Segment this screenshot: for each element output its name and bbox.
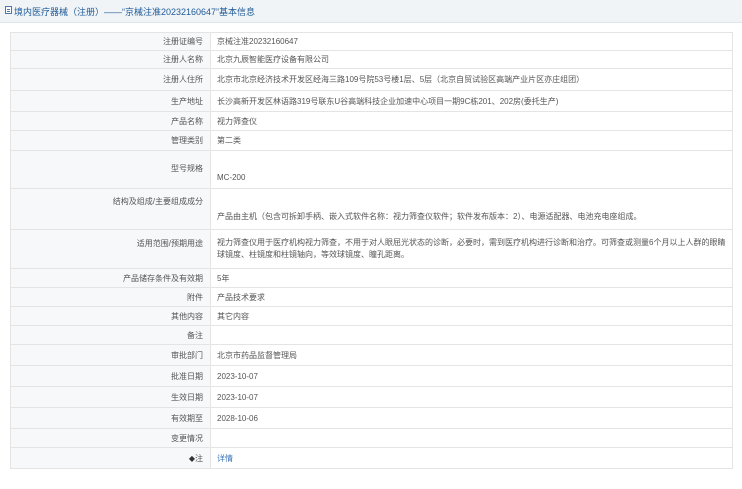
row-value: 2028-10-06 — [210, 407, 733, 429]
details-link[interactable]: 详情 — [217, 452, 233, 465]
table-row: 产品储存条件及有效期 5年 — [10, 268, 733, 288]
row-value: 长沙高新开发区林语路319号联东U谷高端科技企业加速中心项目一期9C栋201、2… — [210, 90, 733, 112]
row-label: 注册人住所 — [10, 68, 211, 91]
table-row: 生产地址 长沙高新开发区林语路319号联东U谷高端科技企业加速中心项目一期9C栋… — [10, 90, 733, 112]
table-row: 结构及组成/主要组成成分 产品由主机（包含可拆卸手柄、嵌入式软件名称：视力筛查仪… — [10, 188, 733, 230]
table-row: 注册人名称 北京九辰智能医疗设备有限公司 — [10, 50, 733, 69]
row-value: 北京市药品监督管理局 — [210, 344, 733, 366]
page-title: 境内医疗器械（注册）——“京械注准20232160647”基本信息 — [14, 7, 256, 17]
table-row: 有效期至 2028-10-06 — [10, 407, 733, 429]
row-label: 生产地址 — [10, 90, 211, 112]
row-value: 产品由主机（包含可拆卸手柄、嵌入式软件名称：视力筛查仪软件；软件发布版本：2）、… — [210, 188, 733, 230]
table-row: 附件 产品技术要求 — [10, 287, 733, 307]
table-row: 生效日期 2023-10-07 — [10, 386, 733, 408]
table-row: 适用范围/预期用途 视力筛查仪用于医疗机构视力筛查，不用于对人眼屈光状态的诊断，… — [10, 229, 733, 269]
row-value: 京械注准20232160647 — [210, 32, 733, 51]
row-label: 其他内容 — [10, 306, 211, 326]
row-label: 管理类别 — [10, 130, 211, 151]
row-label: 审批部门 — [10, 344, 211, 366]
row-value: 5年 — [210, 268, 733, 288]
row-value: 视力筛查仪 — [210, 111, 733, 131]
row-value: 第二类 — [210, 130, 733, 151]
table-row: 审批部门 北京市药品监督管理局 — [10, 344, 733, 366]
table-row: 管理类别 第二类 — [10, 130, 733, 151]
table-row: 注册人住所 北京市北京经济技术开发区经海三路109号院53号楼1层、5层（北京自… — [10, 68, 733, 91]
table-row-note: ◆注 详情 — [10, 447, 733, 469]
row-value: 北京市北京经济技术开发区经海三路109号院53号楼1层、5层（北京自贸试验区高端… — [210, 68, 733, 91]
table-row: 型号规格 MC-200 — [10, 150, 733, 189]
table-row: 备注 — [10, 325, 733, 345]
row-label: 批准日期 — [10, 365, 211, 387]
row-label: ◆注 — [10, 447, 211, 469]
row-label: 型号规格 — [10, 150, 211, 189]
row-label: 适用范围/预期用途 — [10, 229, 211, 269]
row-label: 备注 — [10, 325, 211, 345]
row-value: MC-200 — [210, 150, 733, 189]
row-value: 其它内容 — [210, 306, 733, 326]
row-label: 注册证编号 — [10, 32, 211, 51]
table-row: 变更情况 — [10, 428, 733, 448]
table-row: 注册证编号 京械注准20232160647 — [10, 32, 733, 51]
row-value: 产品技术要求 — [210, 287, 733, 307]
table-row: 其他内容 其它内容 — [10, 306, 733, 326]
row-label: 附件 — [10, 287, 211, 307]
row-label: 生效日期 — [10, 386, 211, 408]
document-icon — [5, 6, 12, 14]
row-label: 产品储存条件及有效期 — [10, 268, 211, 288]
row-value: 2023-10-07 — [210, 386, 733, 408]
row-value — [210, 428, 733, 448]
note-label: 注 — [195, 453, 203, 463]
row-value: 详情 — [210, 447, 733, 469]
row-value — [210, 325, 733, 345]
row-label: 注册人名称 — [10, 50, 211, 69]
row-label: 产品名称 — [10, 111, 211, 131]
table-row: 批准日期 2023-10-07 — [10, 365, 733, 387]
row-value: 视力筛查仪用于医疗机构视力筛查，不用于对人眼屈光状态的诊断，必要时，需到医疗机构… — [210, 229, 733, 269]
row-label: 有效期至 — [10, 407, 211, 429]
row-label: 变更情况 — [10, 428, 211, 448]
registration-info-table: 注册证编号 京械注准20232160647 注册人名称 北京九辰智能医疗设备有限… — [10, 32, 733, 469]
row-value: 2023-10-07 — [210, 365, 733, 387]
row-label: 结构及组成/主要组成成分 — [10, 188, 211, 230]
page-header: 境内医疗器械（注册）——“京械注准20232160647”基本信息 — [0, 0, 742, 23]
table-row: 产品名称 视力筛查仪 — [10, 111, 733, 131]
row-value: 北京九辰智能医疗设备有限公司 — [210, 50, 733, 69]
